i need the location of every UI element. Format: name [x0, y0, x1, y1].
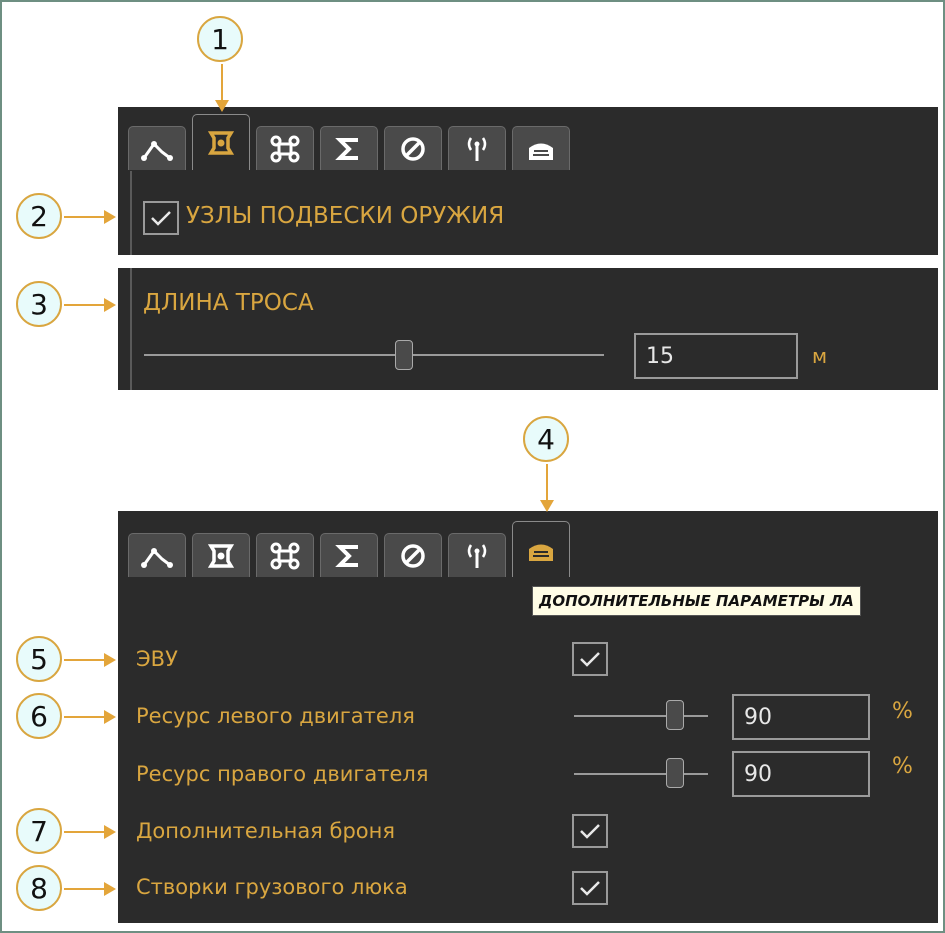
- tab-no-entry[interactable]: [384, 126, 442, 170]
- tab-aircraft-params[interactable]: [512, 126, 570, 170]
- sigma-icon: [335, 544, 358, 567]
- armor-label: Дополнительная броня: [136, 819, 395, 843]
- left-engine-unit: %: [892, 699, 913, 724]
- right-engine-unit: %: [892, 754, 913, 779]
- callout-2: 2: [16, 193, 62, 239]
- tab-drone[interactable]: [256, 533, 314, 577]
- weapon-pylons-checkbox[interactable]: [143, 201, 179, 235]
- left-engine-label: Ресурс левого двигателя: [136, 704, 415, 728]
- weapon-pylons-panel: УЗЛЫ ПОДВЕСКИ ОРУЖИЯ: [118, 107, 938, 255]
- tab-weapon-pylons[interactable]: [192, 114, 250, 170]
- callout-4-arrow: [540, 464, 554, 512]
- callout-8-arrow: [64, 882, 116, 896]
- tab-antenna[interactable]: [448, 126, 506, 170]
- right-engine-input[interactable]: 90: [732, 751, 870, 797]
- aircraft-hatch-icon: [529, 544, 553, 561]
- no-entry-icon: [401, 543, 425, 568]
- callout-6-arrow: [64, 710, 116, 724]
- left-engine-slider-thumb[interactable]: [666, 700, 684, 730]
- callout-7: 7: [16, 808, 62, 854]
- rope-length-slider-track[interactable]: [144, 354, 604, 356]
- weapon-pylon-icon: [207, 130, 235, 155]
- callout-3-arrow: [64, 298, 116, 312]
- rope-length-label: ДЛИНА ТРОСА: [143, 290, 314, 316]
- weapon-pylons-label: УЗЛЫ ПОДВЕСКИ ОРУЖИЯ: [186, 203, 505, 229]
- left-engine-input[interactable]: 90: [732, 694, 870, 740]
- callout-3: 3: [16, 281, 62, 327]
- right-engine-label: Ресурс правого двигателя: [136, 762, 429, 786]
- left-engine-slider-track[interactable]: [574, 715, 708, 717]
- callout-1: 1: [197, 16, 243, 62]
- callout-7-arrow: [64, 825, 116, 839]
- rope-length-unit: м: [812, 344, 828, 368]
- callout-4: 4: [523, 416, 569, 462]
- callout-5-arrow: [64, 653, 116, 667]
- checkmark-icon: [151, 211, 171, 226]
- callout-2-arrow: [64, 210, 116, 224]
- rope-length-panel: ДЛИНА ТРОСА 15 м: [118, 268, 938, 390]
- callout-8: 8: [16, 865, 62, 911]
- tab-sigma[interactable]: [320, 533, 378, 577]
- tab-bar: [128, 110, 588, 170]
- antenna-icon: [467, 543, 487, 568]
- antenna-icon: [467, 136, 487, 161]
- tab-antenna[interactable]: [448, 533, 506, 577]
- tab-bar: [128, 517, 588, 577]
- callout-1-arrow: [215, 64, 229, 112]
- evu-label: ЭВУ: [136, 647, 178, 671]
- sigma-icon: [335, 137, 358, 160]
- right-engine-slider-thumb[interactable]: [666, 758, 684, 788]
- rope-length-input[interactable]: 15: [634, 333, 798, 379]
- no-entry-icon: [401, 136, 425, 161]
- weapon-pylon-icon: [207, 543, 235, 568]
- panel-border: [130, 171, 132, 255]
- checkmark-icon: [580, 881, 600, 896]
- tab-waypoints[interactable]: [128, 126, 186, 170]
- drone-icon: [270, 135, 300, 162]
- rope-length-slider-thumb[interactable]: [395, 340, 413, 370]
- cargo-doors-checkbox[interactable]: [572, 871, 608, 905]
- armor-checkbox[interactable]: [572, 814, 608, 848]
- tab-no-entry[interactable]: [384, 533, 442, 577]
- waypoints-icon: [141, 140, 173, 161]
- aircraft-hatch-icon: [529, 143, 553, 160]
- evu-checkbox[interactable]: [572, 642, 608, 676]
- tab-waypoints[interactable]: [128, 533, 186, 577]
- callout-5: 5: [16, 636, 62, 682]
- tab-aircraft-params[interactable]: [512, 521, 570, 577]
- panel-border: [130, 268, 132, 390]
- waypoints-icon: [141, 547, 173, 568]
- cargo-doors-label: Створки грузового люка: [136, 875, 408, 899]
- tab-drone[interactable]: [256, 126, 314, 170]
- drone-icon: [270, 542, 300, 569]
- tab-weapon-pylons[interactable]: [192, 533, 250, 577]
- aircraft-params-panel: ДОПОЛНИТЕЛЬНЫЕ ПАРАМЕТРЫ ЛА ЭВУ Ресурс л…: [118, 511, 938, 923]
- callout-6: 6: [16, 693, 62, 739]
- tab-tooltip: ДОПОЛНИТЕЛЬНЫЕ ПАРАМЕТРЫ ЛА: [532, 586, 861, 616]
- checkmark-icon: [580, 824, 600, 839]
- tab-sigma[interactable]: [320, 126, 378, 170]
- right-engine-slider-track[interactable]: [574, 773, 708, 775]
- checkmark-icon: [580, 652, 600, 667]
